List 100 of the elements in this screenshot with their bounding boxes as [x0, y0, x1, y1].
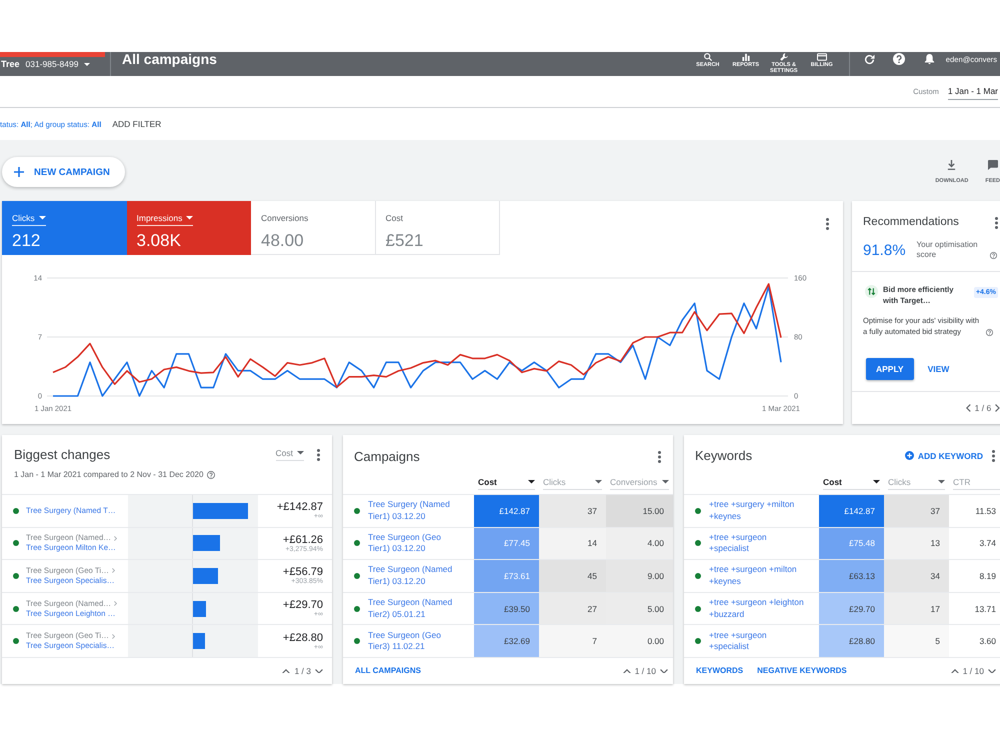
chevron-up-icon[interactable] [950, 668, 959, 674]
keyword-link[interactable]: +tree +surgeon +milton +keynes [709, 564, 807, 588]
plus-icon [14, 167, 24, 177]
date-range-field[interactable]: 1 Jan - 1 Mar [948, 84, 998, 100]
table-cell: 37 [884, 495, 949, 527]
campaign-link[interactable]: Tree Surgeon (Geo Tier3) 11.02.21 [368, 630, 460, 653]
refresh-icon[interactable] [864, 54, 875, 65]
column-header[interactable]: Clicks [543, 477, 602, 490]
column-header[interactable]: Cost [478, 477, 535, 490]
chevron-left-icon[interactable] [966, 404, 971, 412]
table-cell: 5.00 [606, 592, 673, 624]
table-cell: £75.48 [819, 528, 884, 560]
table-cell: £77.45 [474, 528, 539, 560]
help-icon[interactable] [990, 252, 997, 259]
page-title: All campaigns [122, 52, 217, 67]
metric-label: Conversions [261, 213, 308, 223]
table-cell-text: 11.53 [974, 504, 997, 518]
new-campaign-button[interactable]: NEW CAMPAIGN [2, 157, 125, 187]
chevron-up-icon[interactable] [622, 668, 631, 674]
add-keyword-button[interactable]: ADD KEYWORD [904, 450, 983, 460]
card-title: Campaigns [354, 449, 420, 464]
metric-label: Impressions [136, 213, 182, 223]
keyword-link[interactable]: +tree +surgeon +specialist [709, 532, 807, 555]
status-dot-icon [13, 508, 19, 514]
card-title: Biggest changes [14, 447, 110, 462]
chevron-right-icon [112, 568, 115, 574]
status-dot-icon [354, 638, 360, 644]
chevron-up-icon[interactable] [282, 668, 290, 674]
metric-value: 3.08K [136, 231, 181, 251]
chevron-down-icon[interactable] [660, 668, 668, 674]
column-header[interactable]: Cost [823, 477, 880, 490]
view-button[interactable]: VIEW [928, 364, 950, 374]
more-icon[interactable] [826, 218, 829, 230]
footer-link[interactable]: NEGATIVE KEYWORDS [757, 666, 847, 676]
metric-label: Cost [386, 213, 403, 223]
column-header[interactable]: Clicks [888, 477, 945, 490]
status-dot-icon [695, 606, 701, 612]
wrench-icon [780, 53, 788, 61]
caret-icon [297, 451, 304, 455]
keyword-link[interactable]: +tree +surgery +milton +keynes [709, 499, 807, 522]
add-filter-button[interactable]: ADD FILTER [112, 119, 162, 129]
keyword-link[interactable]: +tree +surgeon +specialist [709, 630, 807, 653]
card-icon [816, 53, 827, 61]
account-switcher[interactable]: Tree 031-985-8499 [0, 57, 108, 71]
help-icon[interactable] [892, 53, 905, 65]
score-label: Your optimisation score [916, 240, 979, 260]
card-title: Keywords [695, 448, 752, 463]
metric-dropdown[interactable]: Cost [276, 448, 304, 461]
all-campaigns-link[interactable]: ALL CAMPAIGNS [355, 666, 421, 676]
table-cell-text: 3.74 [978, 537, 997, 550]
status-dot-icon [354, 540, 360, 546]
card-title: Recommendations [863, 216, 959, 228]
more-icon[interactable] [992, 450, 995, 462]
table-cell: 37 [539, 495, 606, 527]
campaign-link[interactable]: Tree Surgeon (Named Tier1) 03.12.20 [368, 564, 460, 588]
campaign-link[interactable]: Tree Surgeon (Named Tier2) 05.01.21 [368, 597, 460, 620]
speech-bubble-icon [988, 160, 998, 170]
pager-text: 1 / 10 [962, 666, 984, 676]
more-icon[interactable] [658, 450, 661, 462]
change-value: +£56.79 [282, 566, 323, 578]
table-cell-text: 13.71 [974, 602, 997, 616]
download-icon [947, 160, 956, 170]
table-cell: 15.00 [606, 495, 673, 527]
bell-icon[interactable] [924, 53, 935, 65]
change-value: +£142.87 [276, 501, 323, 514]
table-cell: 5 [884, 625, 949, 657]
footer-link[interactable]: KEYWORDS [696, 666, 744, 676]
status-dot-icon [695, 540, 701, 546]
table-cell: 4.00 [606, 528, 673, 560]
metric-tile[interactable]: Conversions 48.00 [251, 201, 376, 255]
change-value: +£61.26 [282, 534, 323, 546]
apply-button[interactable]: APPLY [866, 358, 914, 380]
column-header[interactable]: CTR [953, 477, 1000, 490]
table-cell: £32.69 [474, 625, 539, 657]
plus-circle-icon [904, 451, 914, 460]
table-cell: 13 [884, 528, 949, 560]
chevron-down-icon[interactable] [988, 668, 996, 674]
column-header[interactable]: Conversions [610, 477, 669, 490]
help-icon[interactable] [207, 470, 216, 478]
chevron-down-icon[interactable] [315, 668, 323, 674]
caret-icon [84, 62, 90, 66]
change-value: +£29.70 [282, 599, 323, 612]
chevron-right-icon[interactable] [995, 404, 1000, 412]
table-cell: 14 [539, 528, 606, 560]
more-icon[interactable] [317, 448, 320, 460]
keyword-link[interactable]: +tree +surgeon +leighton +buzzard [709, 597, 807, 620]
metric-tile[interactable]: Clicks 212 [2, 201, 126, 255]
table-cell: 9.00 [606, 560, 673, 592]
caret-icon [38, 216, 46, 220]
more-icon[interactable] [995, 217, 998, 229]
date-comparison: 1 Jan - 1 Mar 2021 compared to 2 Nov - 31 Dec 2020 [14, 470, 204, 479]
table-cell: 34 [884, 560, 949, 592]
status-dot-icon [695, 638, 701, 644]
status-dot-icon [13, 638, 19, 644]
metric-tile[interactable]: Impressions 3.08K [126, 201, 251, 255]
caret-icon [186, 216, 194, 220]
campaign-link[interactable]: Tree Surgeon (Geo Tier1) 03.12.20 [368, 532, 460, 555]
metric-tile[interactable]: Cost £521 [376, 201, 500, 255]
help-icon[interactable] [986, 329, 993, 336]
campaign-link[interactable]: Tree Surgery (Named Tier1) 03.12.20 [368, 499, 460, 522]
